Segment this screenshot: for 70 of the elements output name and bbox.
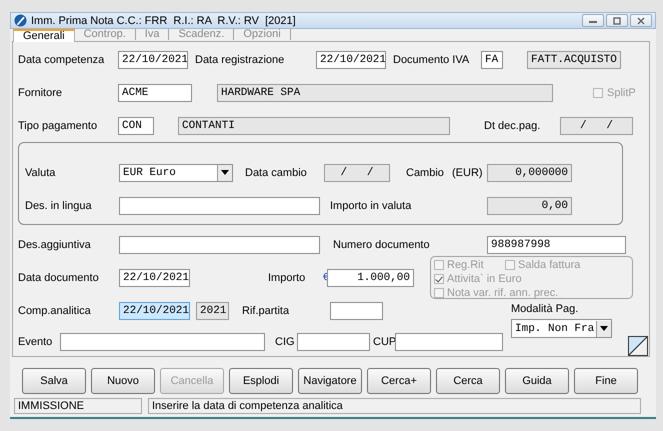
input-field[interactable]: FATT.ACQUISTO	[527, 50, 621, 68]
input-field[interactable]: HARDWARE SPA	[217, 84, 553, 102]
field-label: Data cambio	[245, 166, 308, 178]
input-field[interactable]: ACME	[118, 84, 192, 102]
input-field[interactable]: 988987998	[487, 236, 626, 254]
status-message: Inserire la data di competenza analitica	[148, 398, 641, 414]
field-label: Cambio	[406, 166, 445, 178]
input-field[interactable]: 1.000,00	[327, 268, 414, 286]
field-label: Comp.analitica	[18, 304, 92, 316]
button[interactable]: Cerca+	[367, 368, 431, 394]
field-label: Tipo pagamento	[18, 120, 98, 132]
input-field[interactable]: / /	[560, 116, 633, 134]
button[interactable]: Salva	[22, 368, 86, 394]
button[interactable]: Navigatore	[298, 368, 362, 394]
field-label: Fornitore	[18, 86, 64, 98]
close-button[interactable]	[630, 14, 652, 27]
field-label: Des.aggiuntiva	[18, 238, 92, 250]
button[interactable]: Nuovo	[91, 368, 155, 394]
input-field[interactable]	[395, 333, 503, 351]
field-label: Data registrazione	[195, 54, 286, 66]
input-field[interactable]	[330, 302, 383, 320]
field-label: Importo in valuta	[330, 200, 412, 212]
field-label: Numero documento	[333, 238, 431, 250]
input-field[interactable]: FA	[481, 50, 503, 68]
checkbox-label: Reg.Rit	[447, 259, 484, 271]
field-label: CIG	[275, 336, 296, 348]
field-label: Evento	[18, 336, 54, 348]
checkbox-label: Salda fattura	[518, 259, 580, 271]
pen-icon	[14, 14, 27, 27]
field-label: Documento IVA	[393, 54, 470, 66]
input-field[interactable]: 2021	[196, 302, 229, 320]
input-field[interactable]	[119, 236, 320, 254]
field-label: EUR Euro	[123, 166, 177, 180]
maximize-icon	[611, 16, 623, 26]
dropdown[interactable]: Imp. Non Fra	[511, 319, 612, 338]
button[interactable]: Esplodi	[229, 368, 293, 394]
input-field[interactable]	[119, 196, 320, 214]
field-label: Modalità Pag.	[511, 303, 578, 315]
button[interactable]: Cerca	[436, 368, 500, 394]
status-mode: IMMISSIONE	[14, 398, 142, 414]
field-label: Data documento	[18, 272, 100, 284]
tab[interactable]: Generali	[13, 29, 75, 42]
field-label: CUP	[373, 336, 395, 348]
button[interactable]: Guida	[505, 368, 569, 394]
window-title: Imm. Prima Nota C.C.: FRR R.I.: RA R.V.: RV [2021]	[31, 14, 296, 26]
input-field[interactable]: 22/10/2021	[119, 268, 190, 286]
input-field[interactable]: 0,00	[487, 196, 572, 214]
close-icon	[635, 16, 647, 26]
maximize-button[interactable]	[606, 14, 628, 27]
button[interactable]: Fine	[574, 368, 638, 394]
field-label: Dt dec.pag.	[484, 120, 542, 132]
input-field[interactable]: 22/10/2021	[119, 302, 190, 320]
field-label: (EUR)	[452, 166, 484, 178]
field-label: Des. in lingua	[25, 200, 93, 212]
field-label: Imp. Non Fra	[515, 322, 596, 336]
dropdown[interactable]: EUR Euro	[119, 164, 233, 182]
input-field[interactable]	[297, 333, 370, 351]
input-field[interactable]	[60, 333, 265, 351]
input-field[interactable]: / /	[324, 164, 390, 182]
field-label: Importo	[268, 272, 306, 284]
field-label: Valuta	[25, 166, 56, 178]
minimize-button[interactable]	[582, 14, 604, 27]
checkbox-label: Nota var. rif. ann. prec.	[447, 287, 558, 299]
input-field[interactable]: CONTANTI	[178, 116, 450, 134]
checkbox-label: Attivita` in Euro	[447, 273, 522, 285]
field-label: Data competenza	[18, 54, 106, 66]
field-label: Rif.partita	[242, 304, 290, 316]
checkbox-label: SplitP	[607, 86, 636, 98]
input-field[interactable]: 0,000000	[487, 164, 572, 182]
input-field[interactable]: CON	[118, 116, 154, 134]
